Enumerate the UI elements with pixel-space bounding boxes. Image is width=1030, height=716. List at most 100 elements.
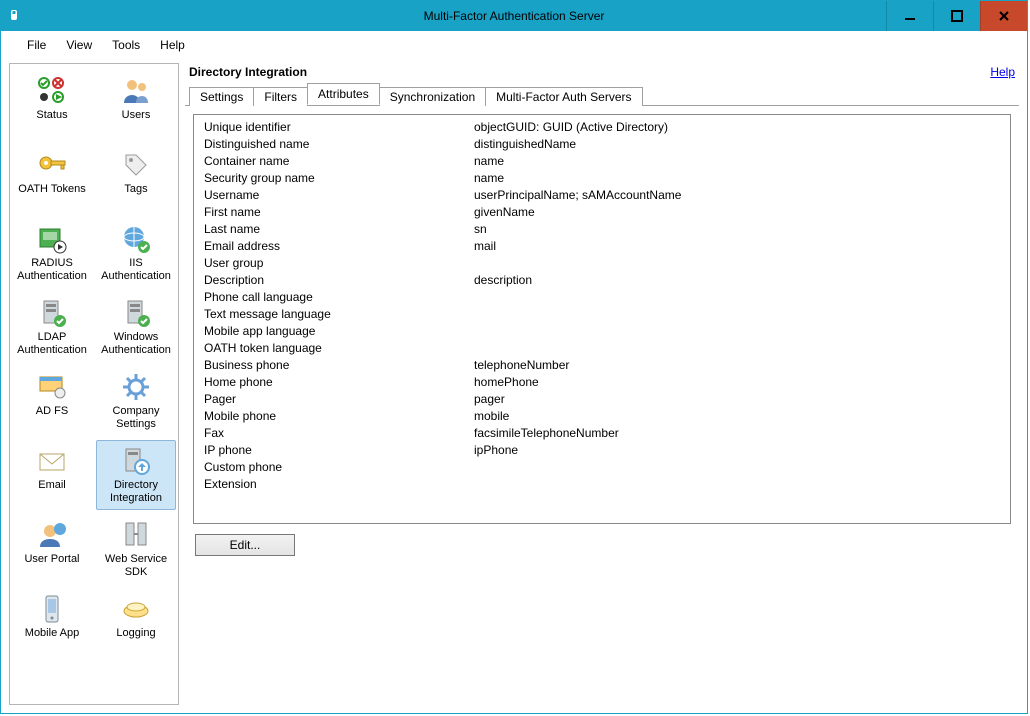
- sidebar-item-label: Company Settings: [97, 405, 175, 431]
- sidebar-item-tags[interactable]: Tags: [96, 144, 176, 214]
- attribute-label: Phone call language: [204, 289, 474, 306]
- sidebar-item-adfs[interactable]: AD FS: [12, 366, 92, 436]
- users-icon: [120, 75, 152, 107]
- close-button[interactable]: [980, 1, 1027, 31]
- attributes-list[interactable]: Unique identifierobjectGUID: GUID (Activ…: [193, 114, 1011, 524]
- attribute-row[interactable]: Unique identifierobjectGUID: GUID (Activ…: [194, 119, 1010, 136]
- sidebar-item-label: Web Service SDK: [97, 553, 175, 579]
- tab-attributes[interactable]: Attributes: [307, 83, 380, 105]
- sidebar-item-company-settings[interactable]: Company Settings: [96, 366, 176, 436]
- attribute-row[interactable]: Phone call language: [194, 289, 1010, 306]
- attribute-row[interactable]: Descriptiondescription: [194, 272, 1010, 289]
- sidebar-item-radius-auth[interactable]: RADIUS Authentication: [12, 218, 92, 288]
- attribute-row[interactable]: Email addressmail: [194, 238, 1010, 255]
- attribute-row[interactable]: Mobile app language: [194, 323, 1010, 340]
- attribute-label: Custom phone: [204, 459, 474, 476]
- attribute-value: [474, 340, 1000, 357]
- sidebar-item-web-service-sdk[interactable]: Web Service SDK: [96, 514, 176, 584]
- attribute-row[interactable]: UsernameuserPrincipalName; sAMAccountNam…: [194, 187, 1010, 204]
- attribute-value: [474, 306, 1000, 323]
- attribute-row[interactable]: Mobile phonemobile: [194, 408, 1010, 425]
- attribute-value: [474, 476, 1000, 493]
- sidebar-item-windows-auth[interactable]: Windows Authentication: [96, 292, 176, 362]
- user-portal-icon: [36, 519, 68, 551]
- edit-button[interactable]: Edit...: [195, 534, 295, 556]
- sidebar: Status UsersOATH Tokens Tags RADIUS Authent…: [9, 63, 179, 705]
- attribute-label: Container name: [204, 153, 474, 170]
- tab-settings[interactable]: Settings: [189, 87, 254, 106]
- attribute-label: Extension: [204, 476, 474, 493]
- sidebar-item-ldap-auth[interactable]: LDAP Authentication: [12, 292, 92, 362]
- main-header: Directory Integration Help: [185, 63, 1019, 83]
- sidebar-item-label: Windows Authentication: [97, 331, 175, 357]
- attribute-label: Business phone: [204, 357, 474, 374]
- attribute-row[interactable]: Business phonetelephoneNumber: [194, 357, 1010, 374]
- tag-icon: [120, 149, 152, 181]
- attribute-label: Security group name: [204, 170, 474, 187]
- attribute-row[interactable]: Security group namename: [194, 170, 1010, 187]
- adfs-icon: [36, 371, 68, 403]
- attribute-value: sn: [474, 221, 1000, 238]
- attribute-value: homePhone: [474, 374, 1000, 391]
- sidebar-item-label: Logging: [116, 627, 155, 640]
- attribute-value: mail: [474, 238, 1000, 255]
- attribute-value: userPrincipalName; sAMAccountName: [474, 187, 1000, 204]
- sidebar-item-iis-auth[interactable]: IIS Authentication: [96, 218, 176, 288]
- attribute-row[interactable]: Home phonehomePhone: [194, 374, 1010, 391]
- sidebar-item-label: Directory Integration: [97, 479, 175, 505]
- page-title: Directory Integration: [189, 65, 307, 79]
- attribute-label: User group: [204, 255, 474, 272]
- radius-icon: [36, 223, 68, 255]
- tab-synchronization[interactable]: Synchronization: [379, 87, 486, 106]
- attribute-value: [474, 255, 1000, 272]
- attribute-row[interactable]: First namegivenName: [194, 204, 1010, 221]
- menu-help[interactable]: Help: [152, 36, 193, 54]
- logging-icon: [120, 593, 152, 625]
- tabstrip: SettingsFiltersAttributesSynchronization…: [185, 83, 1019, 106]
- attribute-label: First name: [204, 204, 474, 221]
- menu-file[interactable]: File: [19, 36, 54, 54]
- sidebar-item-status[interactable]: Status: [12, 70, 92, 140]
- attribute-row[interactable]: User group: [194, 255, 1010, 272]
- sidebar-item-user-portal[interactable]: User Portal: [12, 514, 92, 584]
- attribute-value: [474, 459, 1000, 476]
- tab-mfa-servers[interactable]: Multi-Factor Auth Servers: [485, 87, 642, 106]
- attribute-row[interactable]: Text message language: [194, 306, 1010, 323]
- attribute-row[interactable]: Last namesn: [194, 221, 1010, 238]
- attribute-row[interactable]: Distinguished namedistinguishedName: [194, 136, 1010, 153]
- attribute-row[interactable]: Custom phone: [194, 459, 1010, 476]
- tab-panel-attributes: Unique identifierobjectGUID: GUID (Activ…: [185, 106, 1019, 705]
- tab-filters[interactable]: Filters: [253, 87, 308, 106]
- sidebar-item-mobile-app[interactable]: Mobile App: [12, 588, 92, 658]
- attribute-row[interactable]: Container namename: [194, 153, 1010, 170]
- help-link[interactable]: Help: [990, 65, 1015, 79]
- sidebar-item-directory-integration[interactable]: Directory Integration: [96, 440, 176, 510]
- attribute-label: Text message language: [204, 306, 474, 323]
- sidebar-item-logging[interactable]: Logging: [96, 588, 176, 658]
- attribute-row[interactable]: Extension: [194, 476, 1010, 493]
- sidebar-item-users[interactable]: Users: [96, 70, 176, 140]
- app-window: Multi-Factor Authentication Server File …: [0, 0, 1028, 714]
- sidebar-item-email[interactable]: Email: [12, 440, 92, 510]
- attribute-value: facsimileTelephoneNumber: [474, 425, 1000, 442]
- sidebar-item-label: Tags: [124, 183, 147, 196]
- attribute-row[interactable]: FaxfacsimileTelephoneNumber: [194, 425, 1010, 442]
- sidebar-item-oath-tokens[interactable]: OATH Tokens: [12, 144, 92, 214]
- attribute-label: Distinguished name: [204, 136, 474, 153]
- menu-tools[interactable]: Tools: [104, 36, 148, 54]
- maximize-button[interactable]: [933, 1, 980, 31]
- sidebar-item-label: Status: [36, 109, 67, 122]
- sdk-icon: [120, 519, 152, 551]
- attribute-value: distinguishedName: [474, 136, 1000, 153]
- menu-view[interactable]: View: [58, 36, 100, 54]
- server-icon: [120, 297, 152, 329]
- server-icon: [36, 297, 68, 329]
- attribute-label: IP phone: [204, 442, 474, 459]
- attribute-row[interactable]: OATH token language: [194, 340, 1010, 357]
- attribute-row[interactable]: IP phoneipPhone: [194, 442, 1010, 459]
- minimize-button[interactable]: [886, 1, 933, 31]
- sidebar-item-label: AD FS: [36, 405, 68, 418]
- attribute-value: telephoneNumber: [474, 357, 1000, 374]
- attribute-value: pager: [474, 391, 1000, 408]
- attribute-row[interactable]: Pagerpager: [194, 391, 1010, 408]
